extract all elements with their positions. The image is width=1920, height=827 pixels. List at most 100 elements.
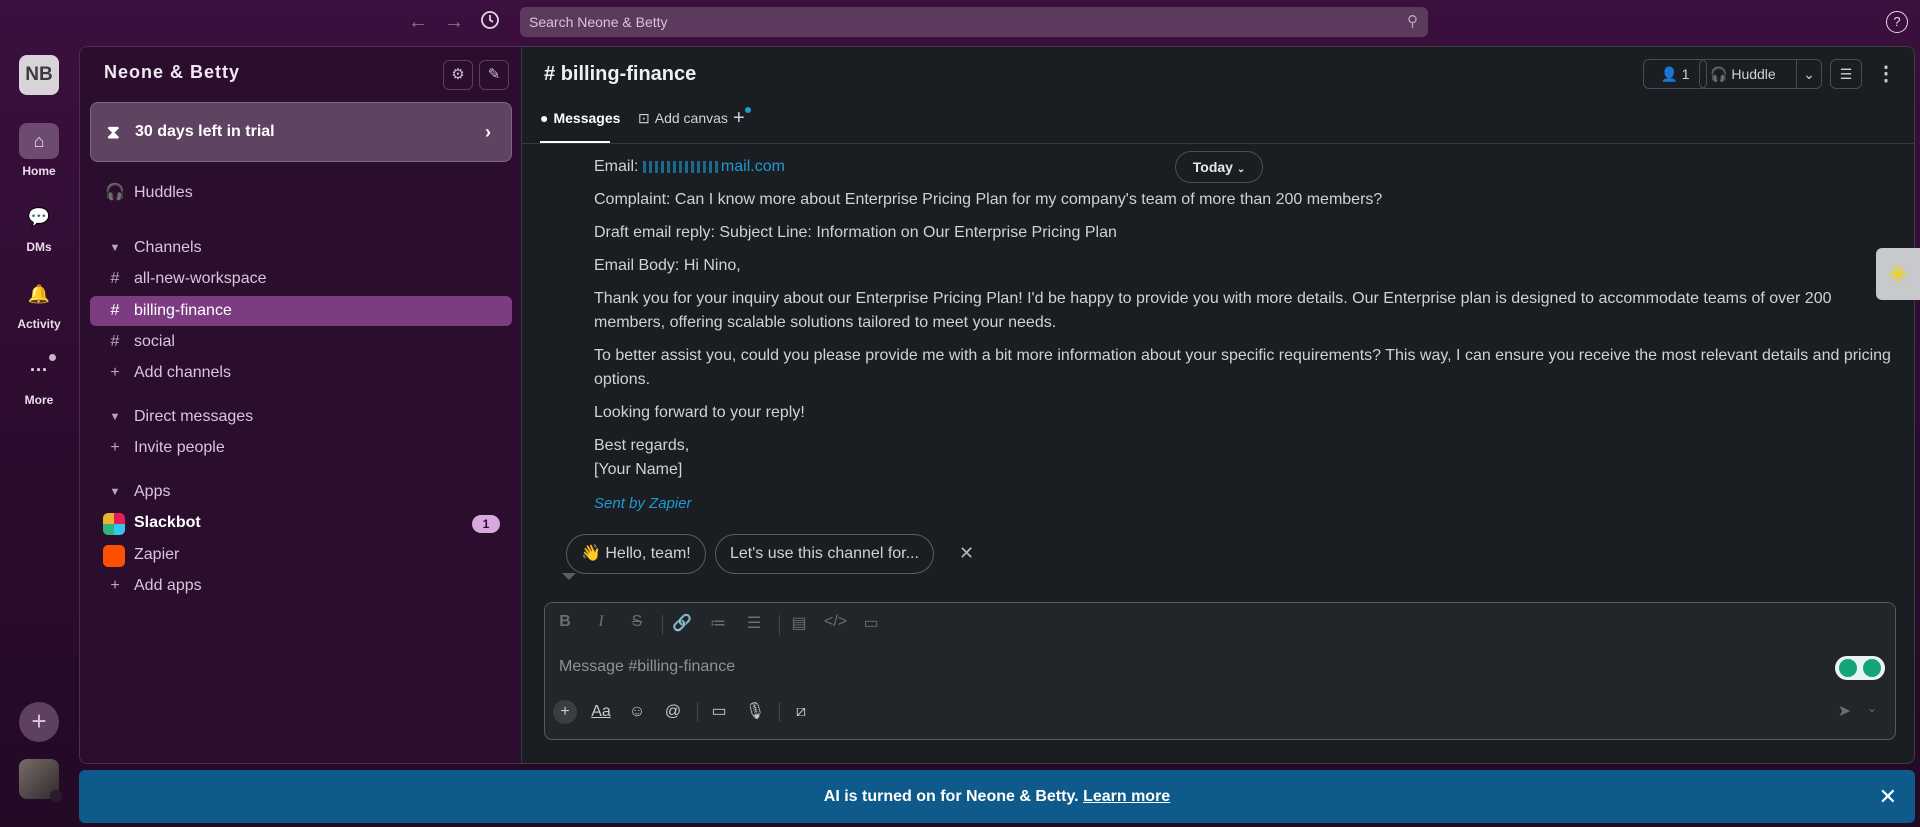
history-icon[interactable] (478, 10, 502, 34)
add-workspace-button[interactable]: + (19, 702, 59, 742)
more-vertical-icon[interactable]: ⋮ (1876, 61, 1896, 86)
search-input[interactable]: Search Neone & Betty ⚲ (520, 7, 1428, 37)
forward-arrow-icon[interactable]: → (442, 10, 466, 34)
close-icon[interactable]: ✕ (1879, 770, 1897, 823)
channel-title[interactable]: # billing-finance (544, 63, 696, 86)
sidebar-item-zapier[interactable]: Zapier (90, 540, 512, 570)
bold-icon[interactable]: B (554, 613, 576, 631)
emoji-icon[interactable]: ☺ (625, 700, 649, 724)
huddles-label: Huddles (134, 184, 193, 201)
rail-home[interactable]: ⌂ Home (0, 123, 78, 178)
bulleted-list-icon[interactable]: ☰ (743, 613, 765, 633)
grammarly-icon[interactable] (1835, 656, 1885, 680)
compose-icon[interactable]: ✎ (479, 60, 509, 90)
workspace-rail: NB ⌂ Home 💬 DMs 🔔 Activity ··· More + (0, 44, 78, 827)
sent-by-zapier-link[interactable]: Sent by Zapier (594, 492, 1904, 516)
link-icon[interactable]: 🔗 (671, 613, 693, 633)
rail-activity-label: Activity (17, 317, 61, 331)
pill-tail (562, 573, 576, 580)
channels-header-label: Channels (134, 239, 202, 256)
email-link[interactable]: mail.com (642, 158, 785, 175)
rail-dms[interactable]: 💬 DMs (0, 199, 78, 254)
grammarly-g (1863, 659, 1881, 677)
date-divider-button[interactable]: Today ⌄ (1175, 151, 1263, 183)
workspace-name[interactable]: Neone & Betty (104, 62, 240, 83)
caret-down-icon: ▼ (109, 411, 121, 423)
suggestion-hello-team[interactable]: 👋 Hello, team! (566, 534, 706, 574)
add-tab-button[interactable]: + (733, 103, 751, 133)
apps-section-header[interactable]: ▼ Apps (90, 477, 512, 507)
toolbar-divider (779, 615, 780, 635)
assistant-sparkle-icon[interactable]: ✳ (1876, 248, 1920, 300)
video-icon[interactable]: ▭ (707, 700, 731, 724)
trial-banner[interactable]: ⧗ 30 days left in trial › (90, 102, 512, 162)
tab-messages[interactable]: ● Messages (540, 103, 620, 143)
search-icon: ⚲ (1407, 13, 1418, 30)
tab-add-canvas[interactable]: ⊡ Add canvas (638, 103, 728, 143)
workspace-avatar[interactable]: NB (19, 55, 59, 95)
add-apps-button[interactable]: + Add apps (90, 571, 512, 601)
slash-command-icon[interactable]: ⧄ (789, 700, 813, 724)
suggestion-channel-for[interactable]: Let's use this channel for... (715, 534, 934, 574)
sidebar-item-channel-active[interactable]: # billing-finance (90, 296, 512, 326)
code-icon[interactable]: </> (824, 613, 847, 631)
ai-notice-banner: AI is turned on for Neone & Betty. Learn… (79, 770, 1915, 823)
rail-activity[interactable]: 🔔 Activity (0, 276, 78, 331)
strikethrough-icon[interactable]: S (626, 613, 648, 631)
message-text: Complaint: Can I know more about Enterpr… (594, 191, 1383, 208)
app-label: Slackbot (134, 514, 201, 531)
attach-plus-icon[interactable]: + (553, 700, 577, 724)
sidebar-item-huddles[interactable]: 🎧 Huddles (90, 178, 512, 208)
top-bar: ← → Search Neone & Betty ⚲ ? (0, 0, 1920, 44)
message-input[interactable]: Message #billing-finance (559, 658, 735, 676)
italic-icon[interactable]: I (590, 613, 612, 631)
toolbar-divider (662, 615, 663, 635)
chevron-down-icon[interactable]: ⌄ (1796, 60, 1815, 88)
format-text-icon[interactable]: Aa (589, 700, 613, 724)
notification-dot (49, 354, 56, 361)
add-channels-button[interactable]: + Add channels (90, 358, 512, 388)
header-divider (522, 143, 1914, 144)
sidebar-item-channel[interactable]: # all-new-workspace (90, 264, 512, 294)
chevron-down-icon[interactable]: ⌄ (1867, 701, 1877, 715)
microphone-icon[interactable]: 🎙 (743, 700, 767, 724)
message-composer: B I S 🔗 ≔ ☰ ▤ </> ▭ Message #billing-fin… (544, 602, 1896, 740)
ordered-list-icon[interactable]: ≔ (707, 613, 729, 633)
redacted-email (642, 160, 721, 173)
settings-gear-icon[interactable]: ⚙ (443, 60, 473, 90)
back-arrow-icon[interactable]: ← (406, 10, 430, 34)
dms-icon: 💬 (27, 207, 51, 227)
hash-icon: # (110, 333, 120, 350)
mention-icon[interactable]: @ (661, 700, 685, 724)
blockquote-icon[interactable]: ▤ (788, 613, 810, 633)
message-text: Looking forward to your reply! (594, 404, 805, 421)
app-label: Zapier (134, 546, 180, 563)
tab-add-canvas-label: Add canvas (654, 110, 728, 126)
home-icon: ⌂ (19, 123, 59, 159)
plus-icon: + (110, 577, 120, 594)
plus-icon: + (110, 439, 120, 456)
code-block-icon[interactable]: ▭ (860, 613, 882, 633)
sidebar-item-slackbot[interactable]: Slackbot 1 (90, 508, 512, 538)
dm-section-header[interactable]: ▼ Direct messages (90, 402, 512, 432)
chevron-right-icon: › (485, 122, 491, 142)
send-icon[interactable]: ➤ (1838, 701, 1851, 721)
canvas-checklist-icon[interactable]: ☰ (1830, 59, 1862, 89)
user-avatar[interactable] (19, 759, 62, 802)
close-icon[interactable]: ✕ (959, 543, 974, 564)
channels-section-header[interactable]: ▼ Channels (90, 233, 512, 263)
sidebar: Neone & Betty ⚙ ✎ ⧗ 30 days left in tria… (79, 46, 521, 764)
huddle-button[interactable]: 🎧 Huddle ⌄ (1699, 59, 1822, 89)
invite-people-button[interactable]: + Invite people (90, 433, 512, 463)
members-button[interactable]: 👤 1 (1643, 59, 1707, 89)
sidebar-item-channel[interactable]: # social (90, 327, 512, 357)
email-label: Email: (594, 158, 639, 175)
huddle-label: Huddle (1731, 66, 1776, 82)
headphones-icon: 🎧 (105, 184, 125, 201)
help-icon[interactable]: ? (1886, 11, 1908, 33)
learn-more-link[interactable]: Learn more (1083, 788, 1170, 805)
rail-more[interactable]: ··· More (0, 352, 78, 407)
notification-dot (744, 107, 751, 113)
today-label: Today (1192, 159, 1233, 175)
channel-label: social (134, 333, 175, 350)
